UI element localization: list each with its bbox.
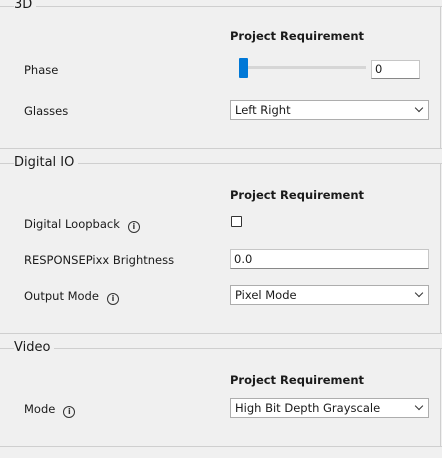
glasses-label: Glasses [24, 104, 69, 118]
responsepixx-brightness-input[interactable]: 0.0 [230, 249, 429, 269]
glasses-select[interactable]: Left Right [230, 100, 429, 120]
settings-panel: 3D Project Requirement Phase 0 Glasses L… [0, 0, 442, 458]
mode-label: Mode i [24, 402, 76, 418]
phase-slider-thumb[interactable] [239, 58, 248, 78]
phase-label: Phase [24, 63, 59, 77]
chevron-down-icon [414, 288, 424, 298]
column-header: Project Requirement [230, 29, 365, 43]
section-3d-top-border [0, 6, 442, 7]
section-3d-title: 3D [14, 0, 37, 13]
section-digital-io-title: Digital IO [14, 155, 79, 171]
responsepixx-brightness-label: RESPONSEPixx Brightness [24, 253, 175, 267]
output-mode-label: Output Mode i [24, 289, 119, 305]
chevron-down-icon [414, 103, 424, 113]
info-icon[interactable]: i [106, 293, 119, 305]
phase-value-input[interactable]: 0 [371, 60, 420, 79]
section-3d-right-border [440, 6, 441, 148]
section-3d-bottom-border [0, 148, 442, 149]
section-video-title: Video [14, 340, 55, 356]
section-digital-io-right-border [440, 163, 441, 333]
phase-slider-track[interactable] [240, 66, 366, 69]
video-mode-select-value: High Bit Depth Grayscale [235, 401, 381, 415]
digital-loopback-checkbox[interactable] [231, 216, 242, 227]
column-header: Project Requirement [230, 373, 365, 387]
video-mode-select[interactable]: High Bit Depth Grayscale [230, 398, 429, 418]
digital-loopback-label-text: Digital Loopback [24, 217, 120, 231]
column-header: Project Requirement [230, 188, 365, 202]
section-digital-io-bottom-border [0, 333, 442, 334]
mode-label-text: Mode [24, 402, 56, 416]
info-icon[interactable]: i [127, 221, 140, 233]
output-mode-label-text: Output Mode [24, 289, 99, 303]
output-mode-select-value: Pixel Mode [235, 288, 297, 302]
glasses-select-value: Left Right [235, 103, 291, 117]
section-video-bottom-border [0, 446, 442, 447]
section-video-right-border [440, 348, 441, 446]
digital-loopback-label: Digital Loopback i [24, 217, 140, 233]
chevron-down-icon [414, 401, 424, 411]
section-video-top-border [0, 348, 442, 349]
output-mode-select[interactable]: Pixel Mode [230, 285, 429, 305]
info-icon[interactable]: i [63, 406, 76, 418]
